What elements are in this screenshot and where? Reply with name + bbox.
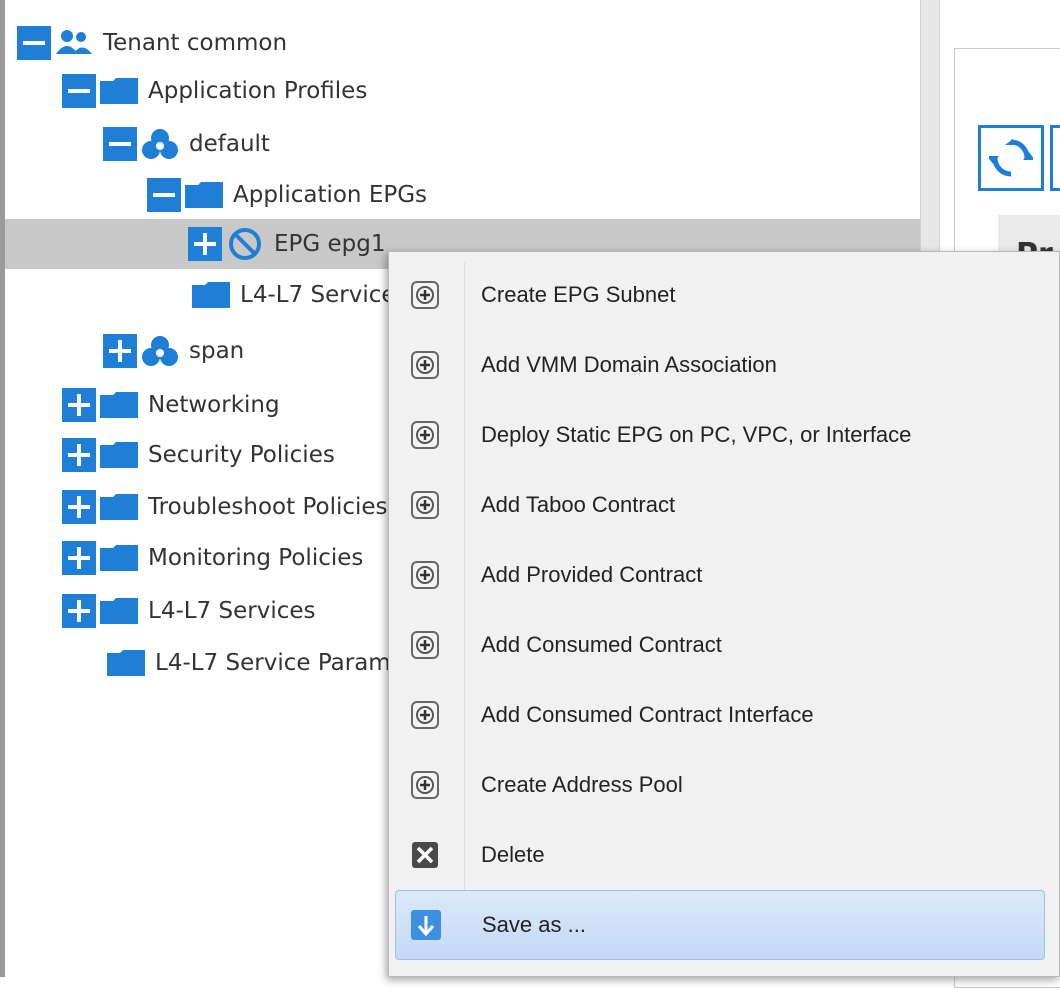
download-icon	[408, 907, 444, 943]
menu-item-add-vmm-domain-association[interactable]: Add VMM Domain Association	[389, 330, 1059, 400]
collapse-toggle[interactable]	[62, 74, 96, 108]
tree-item-tenant-common[interactable]: Tenant common	[5, 18, 920, 68]
tree-item-application-profiles[interactable]: Application Profiles	[5, 66, 920, 116]
tree-item-label: Application Profiles	[148, 78, 368, 104]
tree-item-application-epgs[interactable]: Application EPGs	[5, 170, 920, 220]
add-icon	[407, 767, 443, 803]
app-profile-icon	[137, 334, 183, 368]
expand-toggle[interactable]	[188, 227, 222, 261]
toggle-bar	[23, 41, 45, 45]
toolbar-button-partial[interactable]	[1050, 125, 1060, 191]
refresh-button[interactable]	[978, 125, 1044, 191]
menu-item-label: Add VMM Domain Association	[481, 352, 777, 377]
toggle-bar	[77, 547, 81, 569]
menu-item-label: Save as ...	[482, 912, 586, 937]
folder-icon	[96, 490, 142, 524]
folder-icon	[96, 541, 142, 575]
menu-item-label: Create Address Pool	[481, 772, 683, 797]
expand-toggle[interactable]	[103, 334, 137, 368]
menu-item-add-taboo-contract[interactable]: Add Taboo Contract	[389, 470, 1059, 540]
add-icon	[407, 277, 443, 313]
menu-item-label: Add Provided Contract	[481, 562, 703, 587]
menu-item-create-address-pool[interactable]: Create Address Pool	[389, 750, 1059, 820]
menu-item-label: Add Consumed Contract Interface	[481, 702, 814, 727]
folder-icon	[103, 646, 149, 680]
tree-item-label: Tenant common	[103, 30, 288, 56]
menu-item-label: Add Taboo Contract	[481, 492, 676, 517]
add-icon	[407, 347, 443, 383]
menu-item-create-epg-subnet[interactable]: Create EPG Subnet	[389, 260, 1059, 330]
refresh-icon	[989, 139, 1033, 177]
folder-icon	[96, 594, 142, 628]
add-icon	[407, 627, 443, 663]
collapse-toggle[interactable]	[147, 178, 181, 212]
menu-item-label: Deploy Static EPG on PC, VPC, or Interfa…	[481, 422, 912, 447]
tree-item-label: default	[189, 131, 270, 157]
toggle-bar	[77, 444, 81, 466]
menu-item-add-consumed-contract-interface[interactable]: Add Consumed Contract Interface	[389, 680, 1059, 750]
folder-icon	[96, 388, 142, 422]
app-profile-icon	[137, 127, 183, 161]
folder-icon	[96, 74, 142, 108]
toggle-bar	[77, 394, 81, 416]
toggle-bar	[77, 600, 81, 622]
tree-item-label: Security Policies	[148, 442, 335, 468]
expand-toggle[interactable]	[62, 541, 96, 575]
tenant-icon	[51, 26, 97, 60]
menu-item-deploy-static-epg[interactable]: Deploy Static EPG on PC, VPC, or Interfa…	[389, 400, 1059, 470]
collapse-toggle[interactable]	[17, 26, 51, 60]
collapse-toggle[interactable]	[103, 127, 137, 161]
folder-icon	[96, 438, 142, 472]
context-menu: Create EPG Subnet Add VMM Domain Associat…	[388, 251, 1060, 977]
toggle-bar	[203, 233, 207, 255]
tree-item-label: EPG epg1	[274, 231, 386, 257]
menu-item-delete[interactable]: Delete	[389, 820, 1059, 890]
folder-icon	[181, 178, 227, 212]
folder-icon	[188, 278, 234, 312]
menu-item-label: Delete	[481, 842, 545, 867]
toggle-bar	[118, 340, 122, 362]
add-icon	[407, 487, 443, 523]
expand-toggle[interactable]	[62, 438, 96, 472]
add-icon	[407, 557, 443, 593]
menu-item-add-consumed-contract[interactable]: Add Consumed Contract	[389, 610, 1059, 680]
toggle-bar	[153, 193, 175, 197]
delete-icon	[407, 837, 443, 873]
add-icon	[407, 697, 443, 733]
menu-item-label: Create EPG Subnet	[481, 282, 676, 307]
tree-item-label: Networking	[148, 392, 280, 418]
tree-item-label: span	[189, 338, 245, 364]
toggle-bar	[77, 496, 81, 518]
toggle-bar	[109, 142, 131, 146]
menu-item-add-provided-contract[interactable]: Add Provided Contract	[389, 540, 1059, 610]
epg-icon	[222, 227, 268, 261]
menu-item-label: Add Consumed Contract	[481, 632, 722, 657]
tree-item-label: Troubleshoot Policies	[148, 494, 388, 520]
tree-item-label: L4-L7 Services	[148, 598, 316, 624]
add-icon	[407, 417, 443, 453]
tree-item-default[interactable]: default	[5, 119, 920, 169]
expand-toggle[interactable]	[62, 490, 96, 524]
toggle-bar	[68, 89, 90, 93]
tree-item-label: Monitoring Policies	[148, 545, 364, 571]
menu-item-save-as[interactable]: Save as ...	[395, 890, 1045, 960]
tree-item-label: Application EPGs	[233, 182, 428, 208]
expand-toggle[interactable]	[62, 388, 96, 422]
expand-toggle[interactable]	[62, 594, 96, 628]
